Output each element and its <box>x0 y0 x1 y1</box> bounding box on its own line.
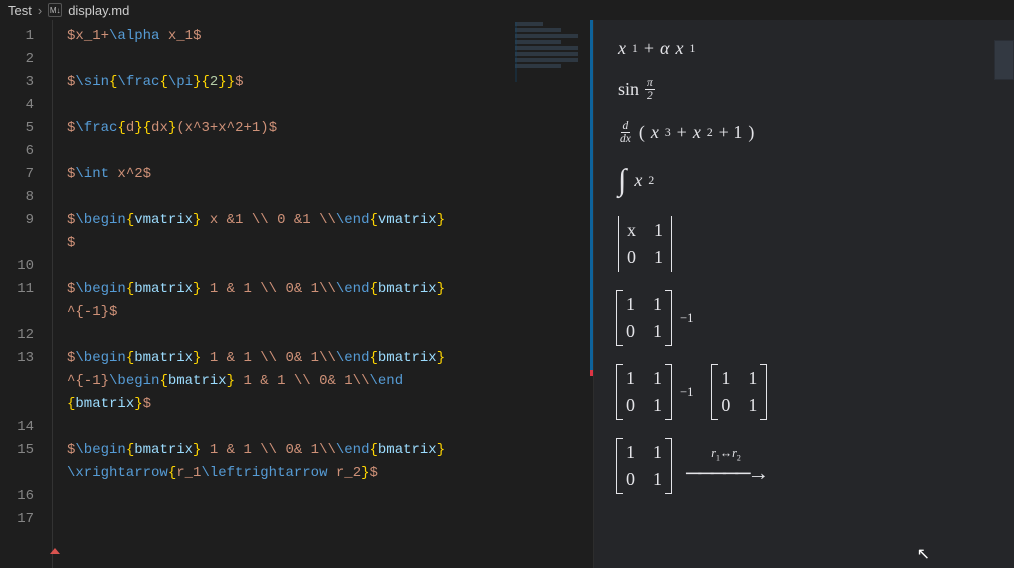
line-number: 10 <box>0 255 52 278</box>
preview-eq-6: 11 01 −1 <box>618 290 990 346</box>
code-line[interactable] <box>67 324 593 347</box>
line-number: 16 <box>0 485 52 508</box>
preview-eq-8: 11 01 r1↔r2 ─────→ <box>618 438 990 494</box>
line-number <box>0 462 52 485</box>
code-line[interactable]: $\begin{bmatrix} 1 & 1 \\ 0& 1\\\end{bma… <box>67 278 593 301</box>
code-line[interactable]: $\begin{bmatrix} 1 & 1 \\ 0& 1\\\end{bma… <box>67 347 593 370</box>
preview-eq-4: ∫ x2 <box>618 163 990 198</box>
line-number: 11 <box>0 278 52 301</box>
code-line[interactable] <box>67 255 593 278</box>
code-line[interactable] <box>67 48 593 71</box>
editor-pane[interactable]: 1234567891011121314151617 $x_1+\alpha x_… <box>0 20 594 568</box>
code-line[interactable]: $\frac{d}{dx}(x^3+x^2+1)$ <box>67 117 593 140</box>
line-number <box>0 393 52 416</box>
line-number <box>0 301 52 324</box>
code-line[interactable] <box>67 485 593 508</box>
breadcrumb-filename[interactable]: display.md <box>68 3 129 18</box>
preview-eq-2: sin π2 <box>618 77 990 102</box>
line-number: 14 <box>0 416 52 439</box>
code-line[interactable]: \xrightarrow{r_1\leftrightarrow r_2}$ <box>67 462 593 485</box>
line-number: 17 <box>0 508 52 531</box>
code-line[interactable]: $x_1+\alpha x_1$ <box>67 25 593 48</box>
code-line[interactable]: ^{-1}\begin{bmatrix} 1 & 1 \\ 0& 1\\\end <box>67 370 593 393</box>
preview-eq-1: x1 + αx1 <box>618 38 990 59</box>
markdown-file-icon: M↓ <box>48 3 62 17</box>
line-number: 15 <box>0 439 52 462</box>
code-line[interactable] <box>67 94 593 117</box>
line-number-gutter: 1234567891011121314151617 <box>0 20 52 568</box>
breadcrumb-separator-icon: › <box>38 3 42 18</box>
code-line[interactable] <box>67 186 593 209</box>
editor-error-marker <box>590 370 593 376</box>
preview-eq-7: 11 01 −1 11 01 <box>618 364 990 420</box>
preview-eq-3: ddx ( x3 + x2 + 1 ) <box>618 120 990 145</box>
code-line[interactable]: {bmatrix}$ <box>67 393 593 416</box>
line-number: 7 <box>0 163 52 186</box>
line-number: 12 <box>0 324 52 347</box>
code-line[interactable] <box>67 140 593 163</box>
code-line[interactable] <box>67 508 593 531</box>
code-line[interactable] <box>67 416 593 439</box>
line-number: 13 <box>0 347 52 370</box>
line-number <box>0 370 52 393</box>
code-line[interactable]: ^{-1}$ <box>67 301 593 324</box>
line-number: 4 <box>0 94 52 117</box>
preview-eq-5: x1 01 <box>618 216 990 272</box>
line-number: 6 <box>0 140 52 163</box>
markdown-preview-pane: x1 + αx1 sin π2 ddx ( x3 + x2 + 1 ) ∫ x2… <box>594 20 1014 568</box>
editor-scroll-accent <box>590 20 593 370</box>
overflow-indicator-icon <box>50 548 60 554</box>
line-number: 9 <box>0 209 52 232</box>
code-line[interactable]: $\sin{\frac{\pi}{2}}$ <box>67 71 593 94</box>
breadcrumb[interactable]: Test › M↓ display.md <box>0 0 1014 20</box>
line-number: 5 <box>0 117 52 140</box>
line-number: 1 <box>0 25 52 48</box>
line-number: 2 <box>0 48 52 71</box>
line-number: 3 <box>0 71 52 94</box>
breadcrumb-folder[interactable]: Test <box>8 3 32 18</box>
code-line[interactable]: $ <box>67 232 593 255</box>
code-editor-content[interactable]: $x_1+\alpha x_1$ $\sin{\frac{\pi}{2}}$ $\f… <box>52 20 593 568</box>
code-line[interactable]: $\begin{vmatrix} x &1 \\ 0 &1 \\\end{vma… <box>67 209 593 232</box>
code-line[interactable]: $\begin{bmatrix} 1 & 1 \\ 0& 1\\\end{bma… <box>67 439 593 462</box>
line-number <box>0 232 52 255</box>
code-line[interactable]: $\int x^2$ <box>67 163 593 186</box>
preview-side-button[interactable] <box>994 40 1014 80</box>
mouse-cursor-icon: ↖ <box>917 544 930 564</box>
line-number: 8 <box>0 186 52 209</box>
